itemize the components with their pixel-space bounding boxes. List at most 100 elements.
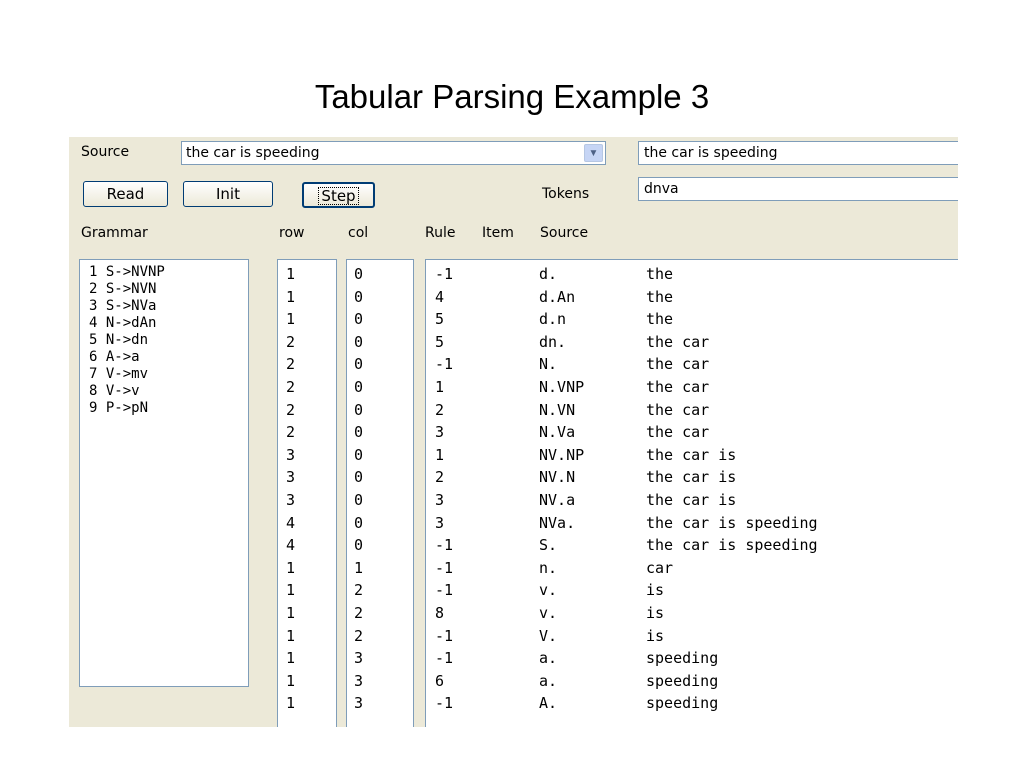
rule-cell[interactable]: 8	[435, 602, 453, 625]
source-cell[interactable]: the car is	[646, 489, 818, 512]
item-cell[interactable]: A.	[539, 692, 584, 715]
item-cell[interactable]: V.	[539, 625, 584, 648]
rule-cell[interactable]: 4	[435, 286, 453, 309]
row-cell[interactable]: 2	[286, 331, 295, 354]
item-cell[interactable]: dn.	[539, 331, 584, 354]
row-cell[interactable]: 1	[286, 692, 295, 715]
col-cell[interactable]: 0	[354, 466, 363, 489]
source-cell[interactable]: is	[646, 579, 818, 602]
col-cell[interactable]: 0	[354, 512, 363, 535]
rule-cell[interactable]: 2	[435, 466, 453, 489]
source-cell[interactable]: the car is	[646, 466, 818, 489]
col-cell[interactable]: 3	[354, 647, 363, 670]
rule-cell[interactable]: -1	[435, 692, 453, 715]
row-cell[interactable]: 2	[286, 376, 295, 399]
row-list[interactable]: 11122222333441111111	[277, 259, 337, 727]
item-cell[interactable]: n.	[539, 557, 584, 580]
col-cell[interactable]: 0	[354, 534, 363, 557]
source-cell[interactable]: the	[646, 286, 818, 309]
source-cell[interactable]: the car	[646, 376, 818, 399]
source-text-field[interactable]: the car is speeding	[638, 141, 958, 165]
row-cell[interactable]: 1	[286, 308, 295, 331]
col-cell[interactable]: 2	[354, 579, 363, 602]
source-cell[interactable]: the car is	[646, 444, 818, 467]
rule-cell[interactable]: 2	[435, 399, 453, 422]
chevron-down-icon[interactable]: ▼	[584, 144, 603, 162]
grammar-rule-item[interactable]: 8 V->v	[89, 383, 165, 400]
source-cell[interactable]: car	[646, 557, 818, 580]
source-cell[interactable]: the car is speeding	[646, 534, 818, 557]
item-cell[interactable]: NV.NP	[539, 444, 584, 467]
source-cell[interactable]: is	[646, 625, 818, 648]
item-cell[interactable]: N.VN	[539, 399, 584, 422]
item-cell[interactable]: NV.a	[539, 489, 584, 512]
source-cell[interactable]: the	[646, 308, 818, 331]
row-cell[interactable]: 1	[286, 263, 295, 286]
item-cell[interactable]: d.	[539, 263, 584, 286]
step-button[interactable]: Step	[302, 182, 375, 208]
col-cell[interactable]: 1	[354, 557, 363, 580]
source-cell[interactable]: the car is speeding	[646, 512, 818, 535]
item-cell[interactable]: N.	[539, 353, 584, 376]
col-cell[interactable]: 3	[354, 670, 363, 693]
rule-cell[interactable]: -1	[435, 579, 453, 602]
col-cell[interactable]: 3	[354, 692, 363, 715]
grammar-rule-item[interactable]: 5 N->dn	[89, 332, 165, 349]
col-cell[interactable]: 0	[354, 376, 363, 399]
col-cell[interactable]: 0	[354, 444, 363, 467]
col-cell[interactable]: 0	[354, 331, 363, 354]
grammar-rule-item[interactable]: 9 P->pN	[89, 400, 165, 417]
item-cell[interactable]: a.	[539, 670, 584, 693]
row-cell[interactable]: 4	[286, 534, 295, 557]
source-cell[interactable]: is	[646, 602, 818, 625]
item-cell[interactable]: v.	[539, 602, 584, 625]
row-cell[interactable]: 2	[286, 399, 295, 422]
item-cell[interactable]: a.	[539, 647, 584, 670]
item-cell[interactable]: N.Va	[539, 421, 584, 444]
grammar-rule-item[interactable]: 4 N->dAn	[89, 315, 165, 332]
source-cell[interactable]: the car	[646, 399, 818, 422]
row-cell[interactable]: 3	[286, 466, 295, 489]
rule-cell[interactable]: -1	[435, 647, 453, 670]
init-button[interactable]: Init	[183, 181, 273, 207]
read-button[interactable]: Read	[83, 181, 168, 207]
rule-cell[interactable]: -1	[435, 263, 453, 286]
source-cell[interactable]: the car	[646, 331, 818, 354]
item-cell[interactable]: NVa.	[539, 512, 584, 535]
rule-cell[interactable]: 1	[435, 444, 453, 467]
item-cell[interactable]: d.n	[539, 308, 584, 331]
col-cell[interactable]: 0	[354, 286, 363, 309]
source-cell[interactable]: speeding	[646, 647, 818, 670]
rule-cell[interactable]: 3	[435, 512, 453, 535]
source-cell[interactable]: speeding	[646, 670, 818, 693]
grammar-rule-item[interactable]: 7 V->mv	[89, 366, 165, 383]
row-cell[interactable]: 4	[286, 512, 295, 535]
rule-cell[interactable]: 3	[435, 421, 453, 444]
grammar-rule-item[interactable]: 3 S->NVa	[89, 298, 165, 315]
item-cell[interactable]: NV.N	[539, 466, 584, 489]
row-cell[interactable]: 2	[286, 421, 295, 444]
source-cell[interactable]: speeding	[646, 692, 818, 715]
rule-cell[interactable]: 5	[435, 331, 453, 354]
rule-cell[interactable]: 1	[435, 376, 453, 399]
item-source-list[interactable]: -1 4 5 5 -1 1 2 3 1 2 3 3 -1 -1 -1 8 -1 -1 6 -1 d. d.An d.n dn…	[425, 259, 958, 727]
rule-cell[interactable]: 3	[435, 489, 453, 512]
tokens-field[interactable]: dnva	[638, 177, 958, 201]
col-list[interactable]: 00000000000001222333	[346, 259, 414, 727]
rule-cell[interactable]: -1	[435, 353, 453, 376]
source-cell[interactable]: the car	[646, 353, 818, 376]
rule-cell[interactable]: -1	[435, 557, 453, 580]
row-cell[interactable]: 3	[286, 444, 295, 467]
item-cell[interactable]: N.VNP	[539, 376, 584, 399]
rule-cell[interactable]: 6	[435, 670, 453, 693]
col-cell[interactable]: 0	[354, 263, 363, 286]
row-cell[interactable]: 2	[286, 353, 295, 376]
row-cell[interactable]: 1	[286, 579, 295, 602]
col-cell[interactable]: 2	[354, 625, 363, 648]
col-cell[interactable]: 0	[354, 399, 363, 422]
grammar-rule-item[interactable]: 2 S->NVN	[89, 281, 165, 298]
col-cell[interactable]: 2	[354, 602, 363, 625]
item-cell[interactable]: v.	[539, 579, 584, 602]
row-cell[interactable]: 1	[286, 286, 295, 309]
rule-cell[interactable]: -1	[435, 534, 453, 557]
